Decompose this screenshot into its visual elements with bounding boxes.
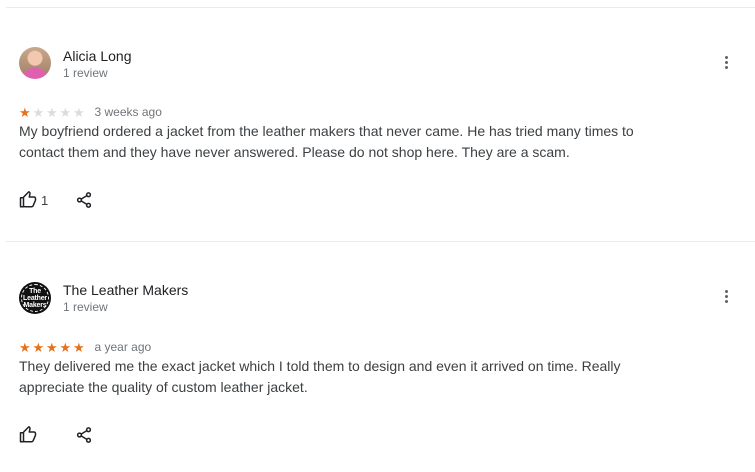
top-divider xyxy=(6,7,755,8)
share-button[interactable] xyxy=(75,191,93,214)
share-icon xyxy=(76,427,92,443)
review-date: 3 weeks ago xyxy=(94,105,162,119)
logo-ring xyxy=(21,284,49,312)
rating-row: ★ ★ ★ ★ ★ a year ago xyxy=(19,340,151,354)
like-button[interactable]: 1 xyxy=(19,191,48,209)
star-filled-icon: ★ xyxy=(46,339,58,355)
star-rating: ★ ★ ★ ★ ★ xyxy=(19,106,87,119)
star-rating: ★ ★ ★ ★ ★ xyxy=(19,341,87,354)
more-options-button[interactable] xyxy=(716,52,736,72)
like-button[interactable] xyxy=(19,426,41,444)
review-actions: 1 xyxy=(19,191,92,209)
star-filled-icon: ★ xyxy=(59,339,72,355)
review-text: They delivered me the exact jacket which… xyxy=(19,358,621,395)
share-icon xyxy=(76,192,92,208)
review-date: a year ago xyxy=(94,340,152,354)
star-filled-icon: ★ xyxy=(32,339,45,355)
review-count: 1 review xyxy=(63,300,108,314)
star-filled-icon: ★ xyxy=(73,339,85,355)
review-actions xyxy=(19,426,92,444)
thumbs-up-icon xyxy=(19,426,37,443)
star-filled-icon: ★ xyxy=(19,104,31,120)
reviewer-name[interactable]: Alicia Long xyxy=(63,48,132,64)
reviewer-name[interactable]: The Leather Makers xyxy=(63,282,188,298)
star-empty-icon: ★ xyxy=(59,104,72,120)
thumbs-up-icon xyxy=(19,191,37,208)
review-count: 1 review xyxy=(63,66,108,80)
star-empty-icon: ★ xyxy=(46,104,58,120)
star-empty-icon: ★ xyxy=(73,104,85,120)
review-text: My boyfriend ordered a jacket from the l… xyxy=(19,123,634,160)
review-divider xyxy=(6,241,755,242)
rating-row: ★ ★ ★ ★ ★ 3 weeks ago xyxy=(19,105,162,119)
more-options-button[interactable] xyxy=(716,286,736,306)
star-empty-icon: ★ xyxy=(32,104,45,120)
star-filled-icon: ★ xyxy=(19,339,31,355)
avatar[interactable] xyxy=(19,47,51,79)
share-button[interactable] xyxy=(75,426,93,449)
avatar[interactable]: The Leather Makers xyxy=(19,282,51,314)
like-count: 1 xyxy=(41,192,49,208)
